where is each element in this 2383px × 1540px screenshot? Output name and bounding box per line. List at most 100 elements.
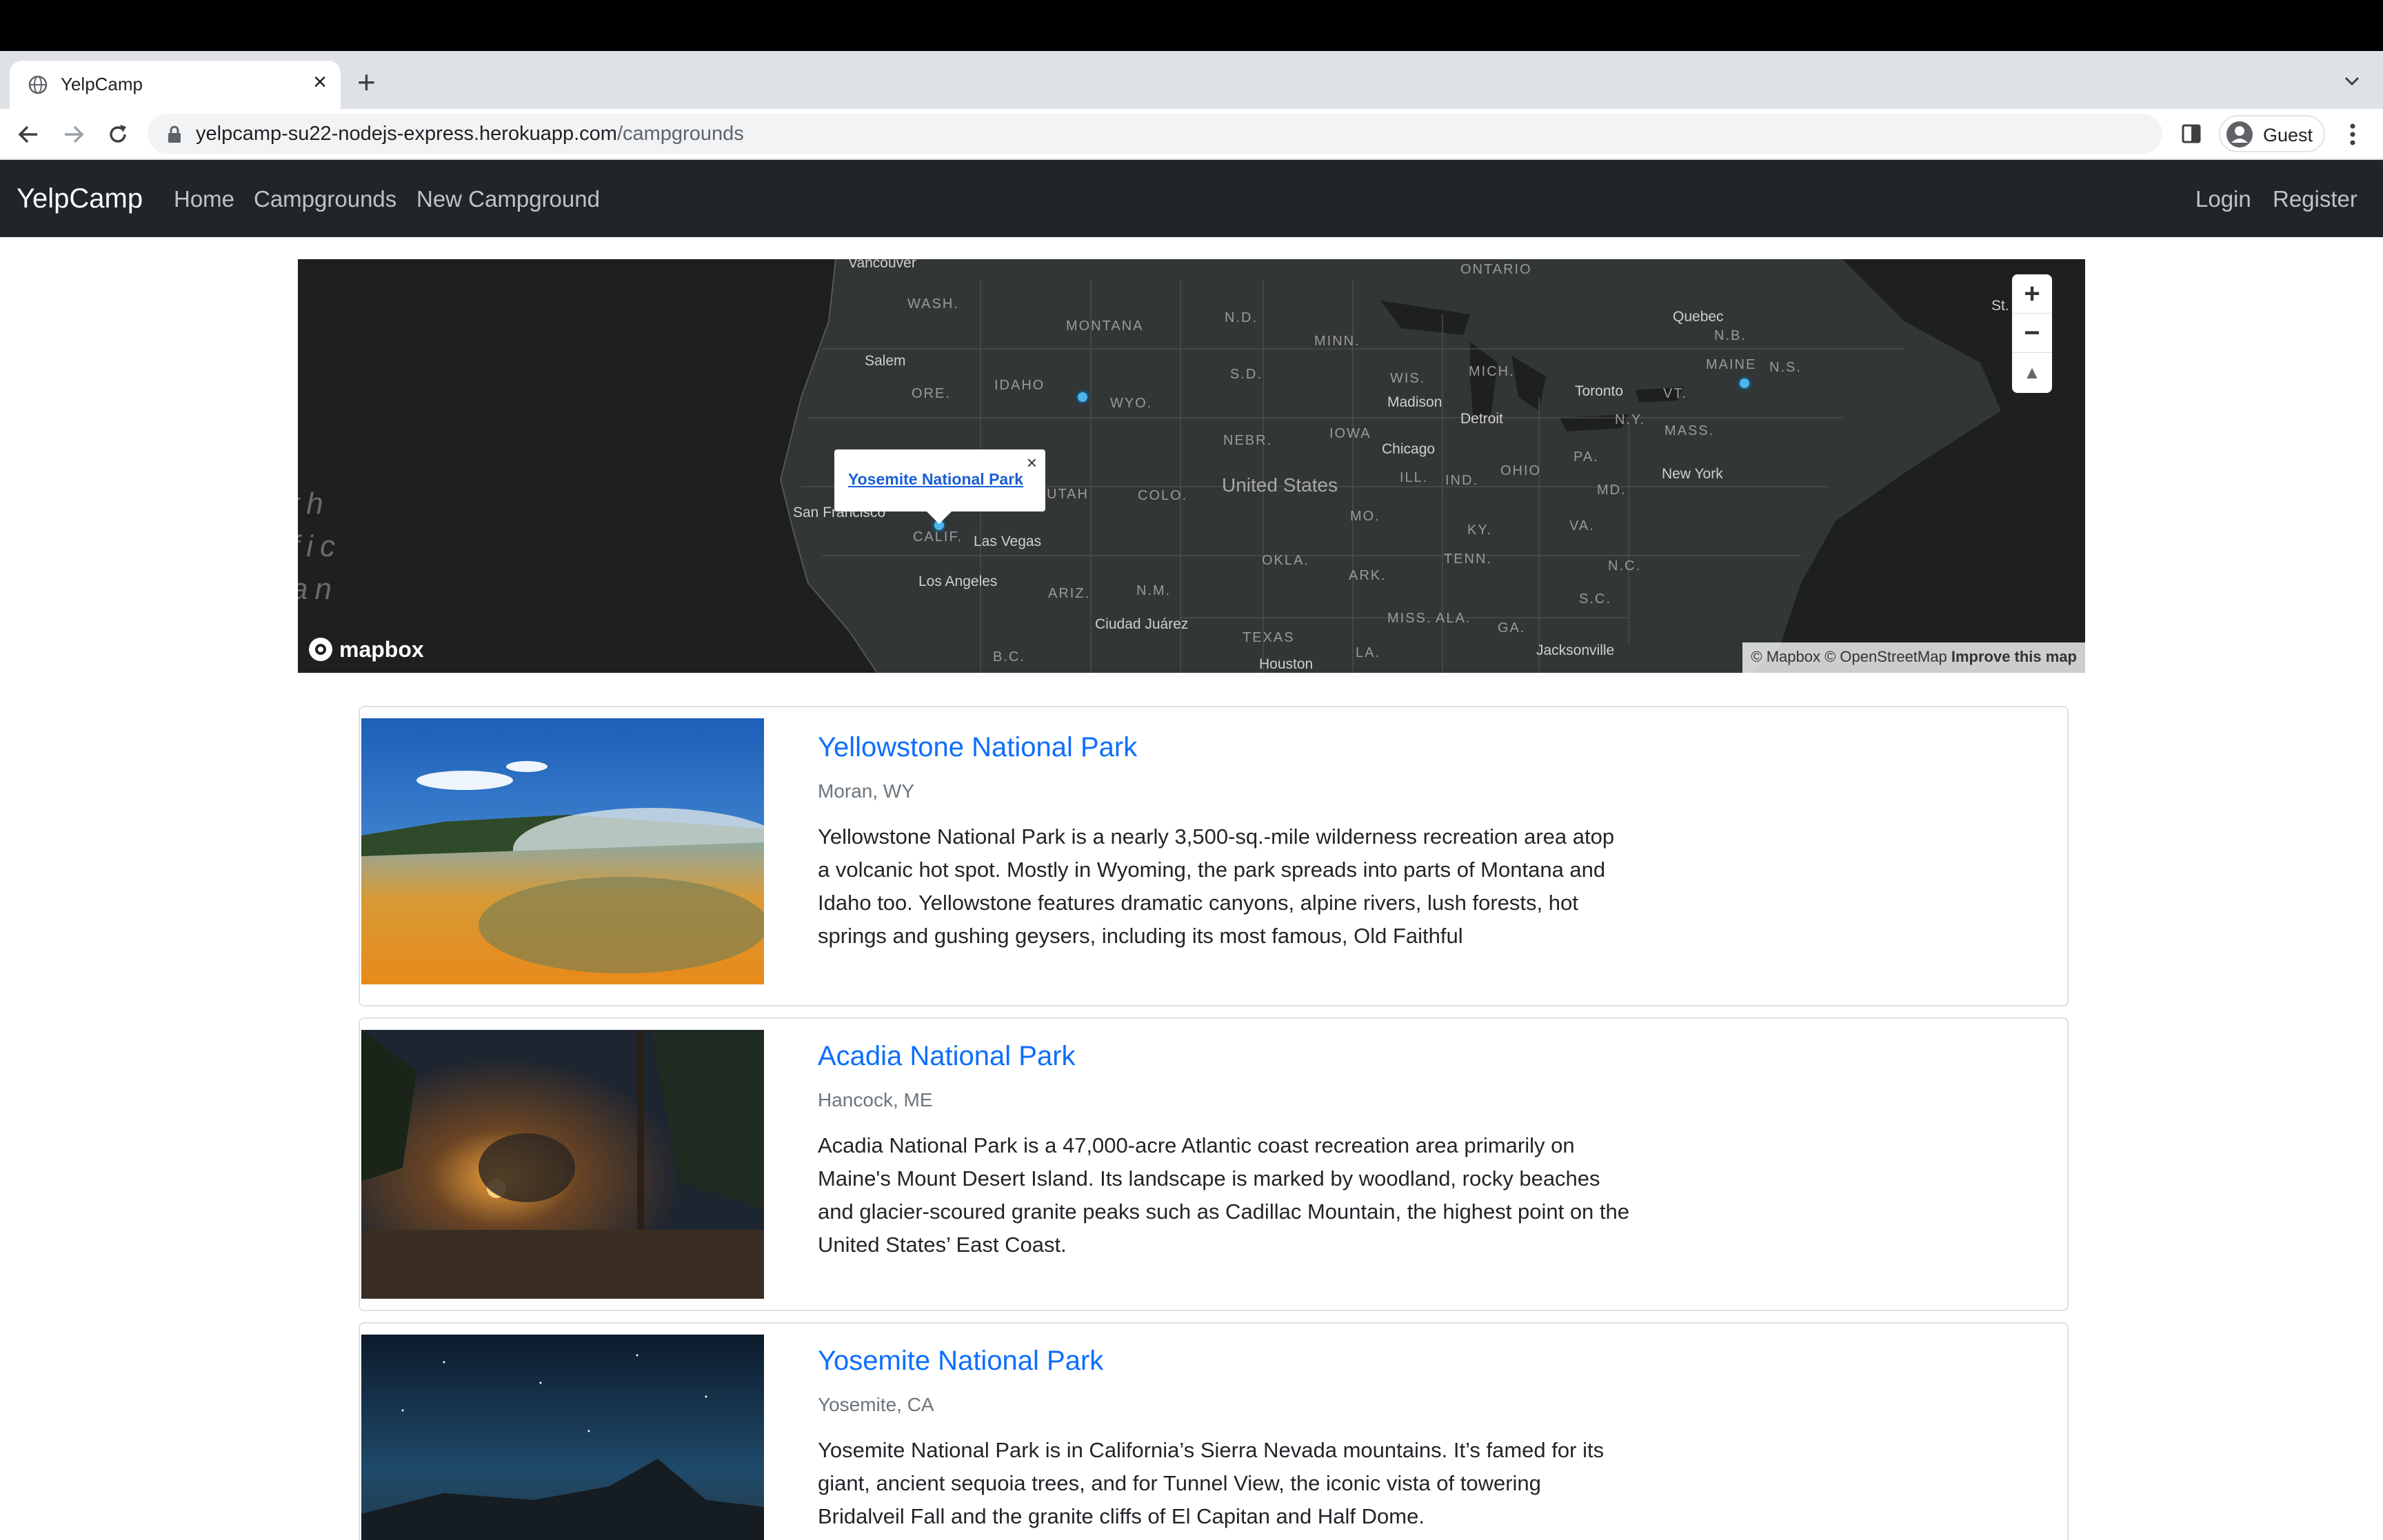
map-city-label: New York: [1662, 466, 1723, 482]
campground-description: Yosemite National Park is in California’…: [818, 1438, 1605, 1528]
map-region-label: MASS.: [1665, 423, 1715, 438]
map-city-label: Las Vegas: [974, 534, 1042, 549]
map-city-label: Chicago: [1382, 441, 1436, 457]
map-region-label: VT.: [1663, 386, 1687, 401]
map-attribution: © Mapbox © OpenStreetMap Improve this ma…: [1742, 642, 2085, 673]
back-arrow-icon[interactable]: [15, 121, 41, 148]
map-city-label: Quebec: [1673, 309, 1724, 325]
map-city-label: Jacksonville: [1536, 642, 1615, 658]
ocean-label-line-2: fic: [298, 529, 342, 563]
mapbox-logo[interactable]: mapbox: [308, 634, 424, 665]
campground-location: Hancock, ME: [818, 1089, 933, 1111]
map-region-label: MICH.: [1469, 364, 1515, 379]
map-region-label: MD.: [1597, 483, 1627, 498]
close-tab-icon[interactable]: ×: [313, 70, 327, 94]
compass-button[interactable]: ▲: [2012, 353, 2052, 392]
campground-marker-yellowstone[interactable]: [1076, 390, 1089, 404]
address-bar[interactable]: yelpcamp-su22-nodejs-express.herokuapp.c…: [148, 114, 2162, 154]
map-region-label: OKLA.: [1262, 553, 1309, 568]
map-region-label: UTAH: [1047, 487, 1089, 502]
map-city-label: Salem: [865, 353, 906, 369]
side-panel-icon[interactable]: [2180, 123, 2202, 145]
cluster-map[interactable]: th fic an United States WASH. MONTANA N.…: [298, 259, 2085, 673]
map-region-label: PA.: [1573, 449, 1599, 465]
map-city-label: Los Angeles: [918, 574, 998, 589]
campground-image: [361, 718, 764, 984]
mapbox-logo-text: mapbox: [339, 636, 424, 662]
nav-campgrounds-link[interactable]: Campgrounds: [254, 186, 396, 212]
map-region-label: ILL.: [1400, 470, 1429, 485]
popup-close-button[interactable]: ×: [1027, 452, 1037, 474]
campground-location: Yosemite, CA: [818, 1394, 934, 1415]
reload-icon[interactable]: [105, 121, 131, 148]
map-region-label: N.S.: [1769, 360, 1802, 375]
campground-card: Acadia National Park Hancock, ME Acadia …: [359, 1017, 2069, 1311]
profile-label: Guest: [2263, 125, 2313, 145]
nav-new-campground-link[interactable]: New Campground: [416, 186, 600, 212]
profile-button[interactable]: Guest: [2219, 115, 2325, 152]
map-region-label: ALA.: [1436, 611, 1471, 626]
lock-icon: [168, 125, 181, 143]
ocean-label-line-1: th: [298, 487, 330, 520]
map-region-label: S.D.: [1230, 367, 1263, 382]
more-menu-icon[interactable]: [2346, 121, 2360, 148]
map-region-label: IDAHO: [994, 378, 1045, 393]
chevron-down-icon[interactable]: [2342, 70, 2362, 91]
nav-home-link[interactable]: Home: [174, 186, 234, 212]
map-region-label: MAINE: [1706, 357, 1757, 372]
avatar-icon: [2226, 121, 2253, 148]
campground-description: Yellowstone National Park is a nearly 3,…: [818, 824, 1615, 948]
url-text: yelpcamp-su22-nodejs-express.herokuapp.c…: [196, 123, 744, 145]
map-city-label: Madison: [1387, 394, 1442, 410]
nav-login-link[interactable]: Login: [2195, 186, 2251, 212]
map-region-label: MINN.: [1314, 334, 1360, 349]
map-popup: Yosemite National Park ×: [834, 449, 1045, 524]
browser-tab[interactable]: YelpCamp ×: [10, 61, 341, 109]
map-region-label: N.C.: [1608, 558, 1641, 574]
map-base[interactable]: [298, 259, 2085, 673]
map-region-label: COLO.: [1138, 488, 1188, 503]
map-region-label: WASH.: [907, 296, 959, 312]
map-city-label: Detroit: [1460, 411, 1503, 427]
map-region-label: GA.: [1498, 620, 1526, 636]
map-region-label: NEBR.: [1223, 433, 1273, 448]
map-region-label: ARK.: [1349, 568, 1387, 583]
zoom-out-button[interactable]: −: [2012, 314, 2052, 353]
campground-card: Yosemite National Park Yosemite, CA Yose…: [359, 1322, 2069, 1540]
nav-register-link[interactable]: Register: [2273, 186, 2357, 212]
map-city-label: Vancouver: [848, 259, 916, 271]
map-region-label: OHIO: [1500, 463, 1542, 478]
map-region-label: IOWA: [1329, 426, 1371, 441]
forward-arrow-icon[interactable]: [61, 121, 87, 148]
attribution-text[interactable]: © Mapbox © OpenStreetMap: [1751, 648, 1947, 665]
campground-image: [361, 1335, 764, 1540]
map-country-label: United States: [1222, 474, 1338, 496]
campground-title-link[interactable]: Acadia National Park: [818, 1041, 1076, 1072]
campground-location: Moran, WY: [818, 780, 915, 802]
new-tab-icon[interactable]: +: [357, 66, 376, 98]
map-region-label: S.C.: [1579, 591, 1611, 607]
improve-map-link[interactable]: Improve this map: [1951, 648, 2077, 665]
map-navigation-control: + − ▲: [2012, 274, 2052, 393]
map-region-label: KY.: [1467, 523, 1492, 538]
map-region-label: MO.: [1350, 509, 1380, 524]
map-region-label: IND.: [1445, 473, 1478, 488]
map-city-label: Toronto: [1575, 383, 1624, 399]
campground-title-link[interactable]: Yellowstone National Park: [818, 732, 1137, 763]
map-region-label: TEXAS: [1243, 630, 1295, 645]
map-region-label: LA.: [1356, 645, 1381, 660]
map-city-label: Ciudad Juárez: [1095, 616, 1189, 632]
tab-title: YelpCamp: [61, 74, 143, 94]
map-region-label: VA.: [1569, 518, 1595, 534]
popup-campground-link[interactable]: Yosemite National Park: [848, 470, 1023, 489]
map-region-label: B.C.: [993, 649, 1025, 665]
ocean-label-line-3: an: [298, 572, 339, 606]
map-region-label: ONTARIO: [1460, 262, 1532, 277]
zoom-in-button[interactable]: +: [2012, 274, 2052, 314]
map-region-label: N.D.: [1225, 310, 1258, 325]
campground-description: Acadia National Park is a 47,000-acre At…: [818, 1133, 1630, 1257]
campground-marker-acadia[interactable]: [1738, 376, 1751, 390]
campground-title-link[interactable]: Yosemite National Park: [818, 1346, 1103, 1377]
brand-link[interactable]: YelpCamp: [17, 183, 143, 214]
campground-image: [361, 1030, 764, 1299]
